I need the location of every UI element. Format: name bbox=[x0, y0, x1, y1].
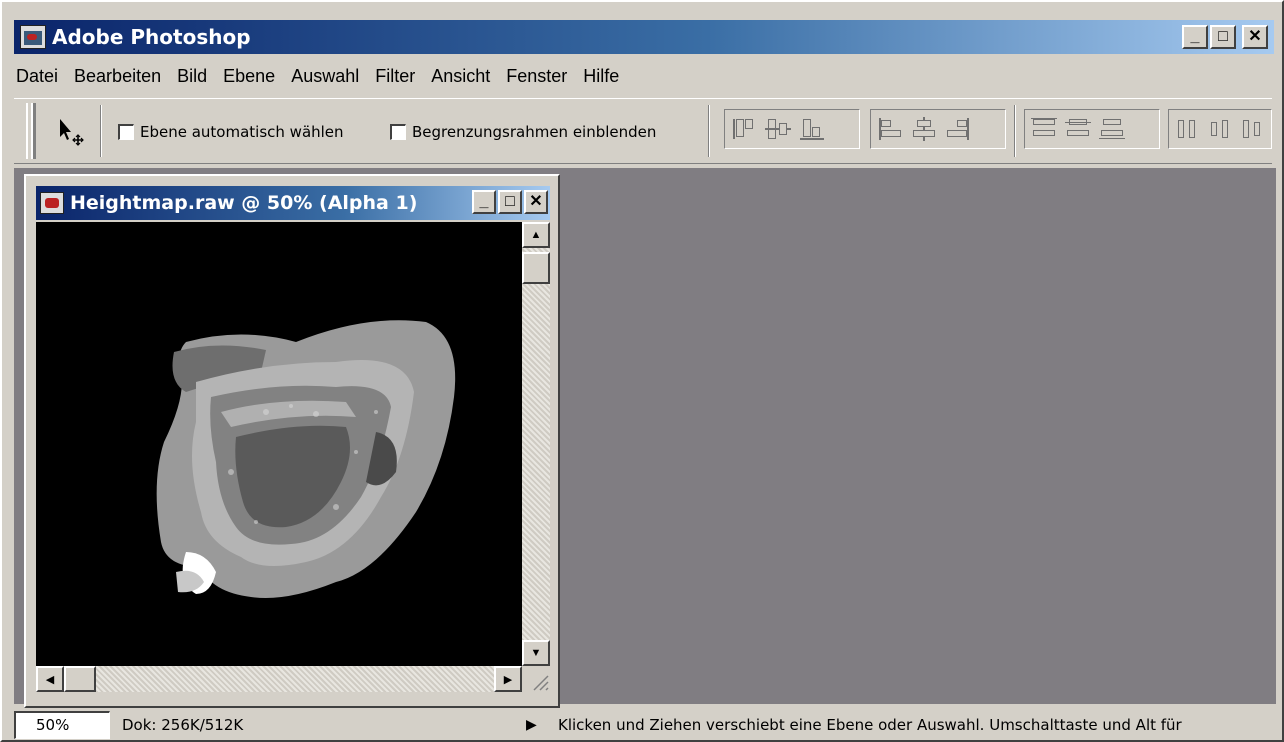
toolbar-separator bbox=[708, 105, 710, 157]
maximize-button[interactable]: □ bbox=[1210, 25, 1236, 49]
minimize-icon: _ bbox=[479, 193, 489, 210]
status-bar: 50% Dok: 256K/512K ▶ Klicken und Ziehen … bbox=[14, 710, 1276, 740]
align-vertical-centers-icon[interactable] bbox=[765, 116, 791, 142]
horizontal-scroll-thumb[interactable] bbox=[64, 666, 96, 692]
minimize-icon: _ bbox=[1190, 28, 1200, 45]
scroll-left-arrow-icon[interactable]: ◀ bbox=[36, 666, 64, 692]
distribute-horizontal-centers-icon[interactable] bbox=[1208, 116, 1233, 142]
checkbox-box[interactable] bbox=[390, 124, 406, 140]
scroll-up-arrow-icon[interactable]: ▲ bbox=[522, 222, 550, 248]
document-canvas[interactable] bbox=[36, 222, 522, 666]
menu-bearbeiten[interactable]: Bearbeiten bbox=[66, 66, 169, 87]
scroll-right-arrow-icon[interactable]: ▶ bbox=[494, 666, 522, 692]
align-left-edges-icon[interactable] bbox=[877, 116, 903, 142]
close-icon: ✕ bbox=[529, 193, 543, 210]
document-window-controls: _ □ ✕ bbox=[472, 190, 548, 214]
distribute-vertical-centers-icon[interactable] bbox=[1065, 116, 1091, 142]
menu-ansicht[interactable]: Ansicht bbox=[423, 66, 498, 87]
document-close-button[interactable]: ✕ bbox=[524, 190, 548, 214]
menu-bar: Datei Bearbeiten Bild Ebene Auswahl Filt… bbox=[16, 60, 627, 92]
options-bar-grip[interactable] bbox=[26, 103, 36, 159]
app-title: Adobe Photoshop bbox=[52, 25, 251, 49]
scroll-down-arrow-icon[interactable]: ▼ bbox=[522, 640, 550, 666]
menu-ebene[interactable]: Ebene bbox=[215, 66, 283, 87]
maximize-icon: □ bbox=[505, 193, 515, 210]
align-vertical-group bbox=[724, 109, 860, 149]
menu-fenster[interactable]: Fenster bbox=[498, 66, 575, 87]
distribute-right-edges-icon[interactable] bbox=[1240, 116, 1265, 142]
distribute-vertical-group bbox=[1024, 109, 1160, 149]
resize-grip-icon[interactable] bbox=[522, 666, 550, 692]
vertical-scrollbar[interactable]: ▲ ▼ bbox=[522, 222, 550, 666]
window-controls: _ □ ✕ bbox=[1182, 25, 1268, 49]
document-title: Heightmap.raw @ 50% (Alpha 1) bbox=[70, 192, 418, 214]
align-bottom-edges-icon[interactable] bbox=[799, 116, 825, 142]
align-top-edges-icon[interactable] bbox=[731, 116, 757, 142]
auto-select-layer-checkbox[interactable]: Ebene automatisch wählen bbox=[118, 123, 344, 141]
document-window: Heightmap.raw @ 50% (Alpha 1) _ □ ✕ ▲ ▼ … bbox=[24, 174, 560, 708]
menu-datei[interactable]: Datei bbox=[16, 66, 66, 87]
align-horizontal-centers-icon[interactable] bbox=[911, 116, 937, 142]
horizontal-scrollbar[interactable]: ◀ ▶ bbox=[36, 666, 522, 692]
maximize-icon: □ bbox=[1218, 28, 1228, 45]
status-message: Klicken und Ziehen verschiebt eine Ebene… bbox=[558, 716, 1182, 734]
status-menu-arrow-icon[interactable]: ▶ bbox=[526, 717, 546, 733]
photoshop-window: Adobe Photoshop _ □ ✕ Datei Bearbeiten B… bbox=[0, 0, 1284, 742]
menu-filter[interactable]: Filter bbox=[367, 66, 423, 87]
app-titlebar[interactable]: Adobe Photoshop _ □ ✕ bbox=[14, 20, 1274, 54]
distribute-top-edges-icon[interactable] bbox=[1031, 116, 1057, 142]
show-bounding-box-checkbox[interactable]: Begrenzungsrahmen einblenden bbox=[390, 123, 656, 141]
document-size-info: Dok: 256K/512K bbox=[122, 716, 244, 734]
distribute-horizontal-group bbox=[1168, 109, 1272, 149]
menu-auswahl[interactable]: Auswahl bbox=[283, 66, 367, 87]
move-tool-icon[interactable] bbox=[54, 115, 94, 149]
align-horizontal-group bbox=[870, 109, 1006, 149]
distribute-bottom-edges-icon[interactable] bbox=[1099, 116, 1125, 142]
zoom-level-field[interactable]: 50% bbox=[14, 711, 110, 739]
close-button[interactable]: ✕ bbox=[1242, 25, 1268, 49]
toolbar-separator bbox=[100, 105, 102, 157]
document-minimize-button[interactable]: _ bbox=[472, 190, 496, 214]
close-icon: ✕ bbox=[1248, 28, 1262, 45]
photoshop-app-icon[interactable] bbox=[20, 25, 46, 49]
options-bar: Ebene automatisch wählen Begrenzungsrahm… bbox=[14, 98, 1272, 164]
align-right-edges-icon[interactable] bbox=[945, 116, 971, 142]
document-titlebar[interactable]: Heightmap.raw @ 50% (Alpha 1) _ □ ✕ bbox=[36, 186, 550, 220]
menu-hilfe[interactable]: Hilfe bbox=[575, 66, 627, 87]
checkbox-box[interactable] bbox=[118, 124, 134, 140]
minimize-button[interactable]: _ bbox=[1182, 25, 1208, 49]
vertical-scroll-thumb[interactable] bbox=[522, 252, 550, 284]
distribute-left-edges-icon[interactable] bbox=[1175, 116, 1200, 142]
bounding-box-label: Begrenzungsrahmen einblenden bbox=[412, 123, 657, 141]
document-maximize-button[interactable]: □ bbox=[498, 190, 522, 214]
toolbar-separator bbox=[1014, 105, 1016, 157]
document-icon[interactable] bbox=[40, 192, 64, 214]
heightmap-image bbox=[156, 320, 456, 598]
menu-bild[interactable]: Bild bbox=[169, 66, 215, 87]
auto-select-label: Ebene automatisch wählen bbox=[140, 123, 344, 141]
